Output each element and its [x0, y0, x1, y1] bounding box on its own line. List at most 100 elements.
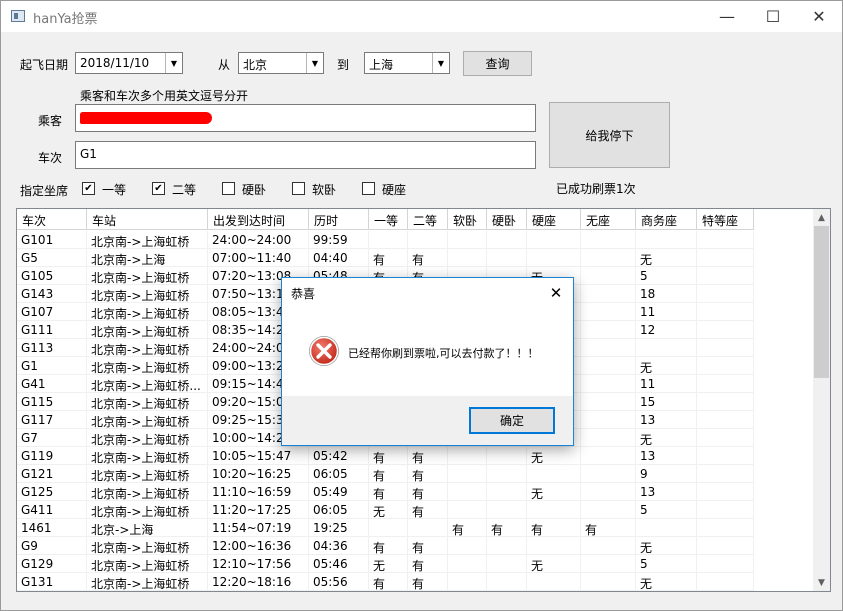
scroll-thumb[interactable]: [814, 226, 829, 378]
table-row[interactable]: G131 北京南->上海虹桥 12:20~18:16 05:56 有有无: [17, 573, 754, 591]
column-header-premium-seat[interactable]: 特等座: [697, 209, 754, 230]
cell-no-seat: [581, 339, 636, 357]
column-header-first-class[interactable]: 一等: [369, 209, 408, 230]
vertical-scrollbar[interactable]: ▲ ▼: [813, 209, 830, 591]
table-row[interactable]: 1461 北京->上海 11:54~07:19 19:25 有有有有: [17, 519, 754, 537]
checkbox-icon[interactable]: ✔: [82, 182, 95, 195]
cell-hard-sleeper: [487, 465, 527, 483]
cell-premium-seat: [697, 483, 754, 501]
column-header-soft-sleeper[interactable]: 软卧: [448, 209, 487, 230]
seat-checkbox-label: 二等: [172, 183, 197, 197]
table-row[interactable]: G125 北京南->上海虹桥 11:10~16:59 05:49 有有无 13: [17, 483, 754, 501]
seat-checkbox-label: 软卧: [312, 183, 337, 197]
cell-hard-sleeper: [487, 447, 527, 465]
table-row[interactable]: G129 北京南->上海虹桥 12:10~17:56 05:46 无有无 5: [17, 555, 754, 573]
cell-hard-sleeper: 有: [487, 519, 527, 537]
cell-station: 北京南->上海虹桥: [87, 231, 208, 249]
cell-hard-seat: 有: [527, 519, 581, 537]
chevron-down-icon[interactable]: ▼: [165, 53, 182, 73]
column-header-train-no[interactable]: 车次: [17, 209, 87, 230]
cell-depart-arrive-time: 12:10~17:56: [208, 555, 309, 573]
date-picker[interactable]: 2018/11/10 ▼: [75, 52, 183, 74]
redaction-mark: [80, 112, 212, 124]
cell-hard-seat: 无: [527, 555, 581, 573]
cell-depart-arrive-time: 07:00~11:40: [208, 249, 309, 267]
close-button[interactable]: ✕: [796, 1, 842, 32]
cell-no-seat: [581, 303, 636, 321]
minimize-button[interactable]: —: [704, 1, 750, 32]
cell-second-class: 有: [408, 447, 448, 465]
column-header-duration[interactable]: 历时: [309, 209, 369, 230]
from-select[interactable]: 北京 ▼: [238, 52, 324, 74]
cell-train-no: G131: [17, 573, 87, 591]
cell-premium-seat: [697, 501, 754, 519]
cell-hard-sleeper: [487, 573, 527, 591]
cell-premium-seat: [697, 249, 754, 267]
dialog-ok-button[interactable]: 确定: [469, 407, 555, 434]
cell-no-seat: [581, 501, 636, 519]
column-header-no-seat[interactable]: 无座: [581, 209, 636, 230]
table-row[interactable]: G101 北京南->上海虹桥 24:00~24:00 99:59: [17, 231, 754, 249]
maximize-button[interactable]: ☐: [750, 1, 796, 32]
dialog-title-bar[interactable]: 恭喜 ✕: [282, 278, 573, 308]
to-select[interactable]: 上海 ▼: [364, 52, 450, 74]
cell-hard-sleeper: [487, 501, 527, 519]
cell-train-no: G125: [17, 483, 87, 501]
congrats-dialog: 恭喜 ✕ 已经帮你刷到票啦,可以去付款了！！！ 确定: [281, 277, 574, 446]
cell-business-seat: 11: [636, 303, 697, 321]
cell-first-class: 无: [369, 501, 408, 519]
cell-business-seat: 无: [636, 537, 697, 555]
cell-no-seat: [581, 483, 636, 501]
checkbox-icon[interactable]: [292, 182, 305, 195]
table-row[interactable]: G121 北京南->上海虹桥 10:20~16:25 06:05 有有 9: [17, 465, 754, 483]
table-row[interactable]: G5 北京南->上海 07:00~11:40 04:40 有有无: [17, 249, 754, 267]
cell-soft-sleeper: [448, 465, 487, 483]
train-value: G1: [80, 147, 97, 161]
cell-hard-sleeper: [487, 249, 527, 267]
chevron-down-icon[interactable]: ▼: [306, 53, 323, 73]
cell-hard-seat: 无: [527, 483, 581, 501]
column-header-depart-arrive-time[interactable]: 出发到达时间: [208, 209, 309, 230]
table-row[interactable]: G9 北京南->上海虹桥 12:00~16:36 04:36 有有无: [17, 537, 754, 555]
column-header-hard-seat[interactable]: 硬座: [527, 209, 581, 230]
title-bar[interactable]: hanYa抢票 — ☐ ✕: [1, 1, 842, 32]
seat-checkbox-label: 硬卧: [242, 183, 267, 197]
scroll-up-icon[interactable]: ▲: [813, 209, 830, 226]
cell-premium-seat: [697, 267, 754, 285]
table-row[interactable]: G411 北京南->上海虹桥 11:20~17:25 06:05 无有 5: [17, 501, 754, 519]
column-header-hard-sleeper[interactable]: 硬卧: [487, 209, 527, 230]
table-row[interactable]: G119 北京南->上海虹桥 10:05~15:47 05:42 有有无 13: [17, 447, 754, 465]
main-window: hanYa抢票 — ☐ ✕ 起飞日期 2018/11/10 ▼ 从 北京 ▼ 到…: [0, 0, 843, 611]
chevron-down-icon[interactable]: ▼: [432, 53, 449, 73]
stop-button[interactable]: 给我停下: [549, 102, 670, 168]
cell-train-no: 1461: [17, 519, 87, 537]
checkbox-icon[interactable]: ✔: [152, 182, 165, 195]
passenger-input[interactable]: [75, 104, 536, 132]
cell-soft-sleeper: [448, 537, 487, 555]
column-header-station[interactable]: 车站: [87, 209, 208, 230]
scroll-down-icon[interactable]: ▼: [813, 574, 830, 591]
checkbox-icon[interactable]: [222, 182, 235, 195]
cell-premium-seat: [697, 573, 754, 591]
cell-no-seat: [581, 537, 636, 555]
train-input[interactable]: G1: [75, 141, 536, 169]
cell-business-seat: 15: [636, 393, 697, 411]
cell-business-seat: 13: [636, 411, 697, 429]
cell-second-class: 有: [408, 573, 448, 591]
cell-soft-sleeper: [448, 231, 487, 249]
cell-first-class: 有: [369, 465, 408, 483]
cell-hard-seat: [527, 573, 581, 591]
checkbox-icon[interactable]: [362, 182, 375, 195]
column-header-second-class[interactable]: 二等: [408, 209, 448, 230]
cell-second-class: 有: [408, 465, 448, 483]
column-header-business-seat[interactable]: 商务座: [636, 209, 697, 230]
dialog-close-button[interactable]: ✕: [539, 278, 573, 308]
cell-no-seat: [581, 411, 636, 429]
cell-station: 北京南->上海虹桥: [87, 339, 208, 357]
cell-duration: 04:40: [309, 249, 369, 267]
cell-station: 北京南->上海虹桥: [87, 537, 208, 555]
cell-no-seat: [581, 231, 636, 249]
query-button[interactable]: 查询: [463, 51, 532, 76]
cell-business-seat: [636, 519, 697, 537]
cell-first-class: 有: [369, 537, 408, 555]
